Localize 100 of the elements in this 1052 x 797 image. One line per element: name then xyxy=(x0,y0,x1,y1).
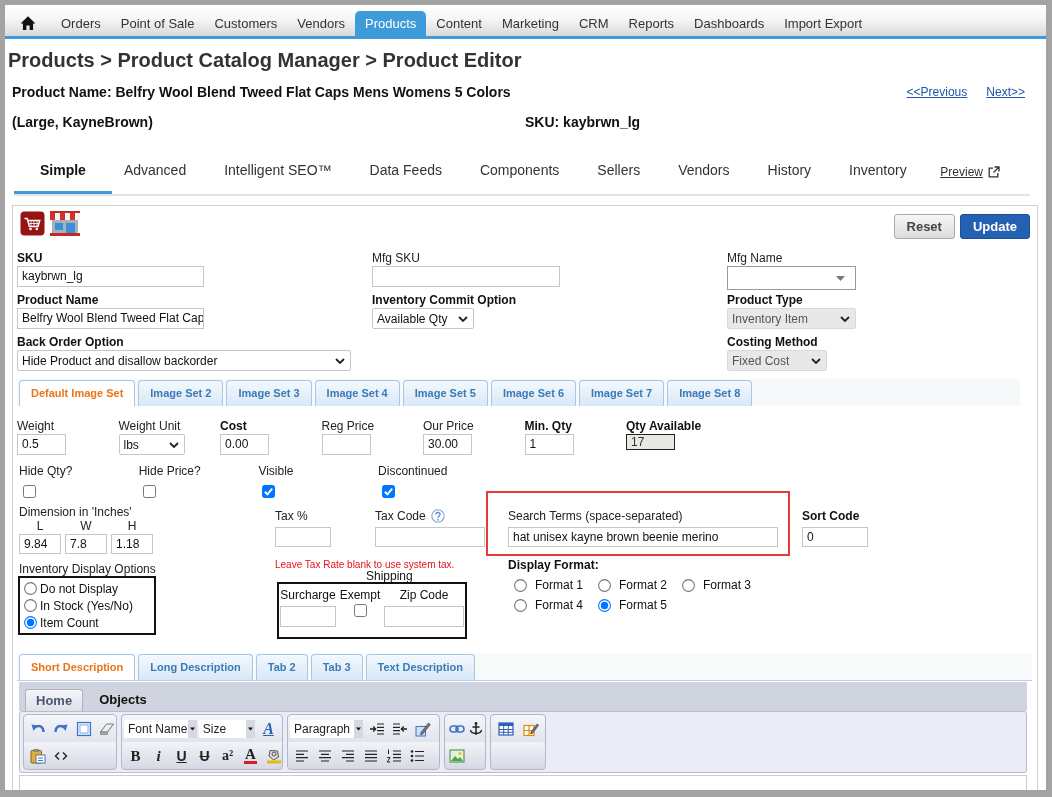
radio-button[interactable] xyxy=(514,578,527,592)
text-field[interactable]: 0.00 xyxy=(220,434,269,455)
align-center-icon[interactable] xyxy=(316,747,333,764)
dropdown[interactable]: Available Qty xyxy=(372,308,474,329)
italic-button[interactable]: i xyxy=(147,744,170,767)
checkbox[interactable] xyxy=(262,485,276,498)
checkbox[interactable] xyxy=(353,604,367,617)
nav-item[interactable]: Import Export xyxy=(774,11,873,36)
tab[interactable]: Simple xyxy=(14,150,112,194)
underline-button[interactable]: U xyxy=(170,744,193,767)
table-icon[interactable] xyxy=(497,720,514,737)
indent-icon[interactable] xyxy=(368,720,385,737)
bold-button[interactable]: B xyxy=(124,744,147,767)
font-name-dropdown[interactable]: Font Name xyxy=(124,719,197,738)
text-field[interactable]: hat unisex kayne brown beenie merino xyxy=(508,527,778,547)
tab[interactable]: Components xyxy=(460,150,579,194)
font-style-button[interactable]: A xyxy=(257,717,280,740)
image-set-tab[interactable]: Image Set 4 xyxy=(314,380,400,406)
justify-icon[interactable] xyxy=(362,747,379,764)
next-link[interactable]: Next>> xyxy=(986,85,1025,99)
text-field[interactable] xyxy=(280,606,336,627)
nav-item[interactable]: CRM xyxy=(568,11,619,36)
font-size-dropdown[interactable]: Size xyxy=(198,719,255,738)
eraser-icon[interactable] xyxy=(98,720,115,737)
image-set-tab[interactable]: Image Set 3 xyxy=(226,380,312,406)
align-right-icon[interactable] xyxy=(339,747,356,764)
image-set-tab[interactable]: Image Set 7 xyxy=(579,380,665,406)
dropdown[interactable]: Hide Product and disallow backorder xyxy=(17,350,351,371)
text-field[interactable] xyxy=(275,527,331,547)
tab[interactable]: Data Feeds xyxy=(350,150,461,194)
nav-item[interactable]: Orders xyxy=(51,11,111,36)
help-icon[interactable] xyxy=(430,509,445,523)
checkbox[interactable] xyxy=(382,485,396,498)
tab[interactable]: Intelligent SEO™ xyxy=(205,150,351,194)
ribbon-tab[interactable]: Home xyxy=(25,689,84,711)
nav-item[interactable]: Dashboards xyxy=(684,11,775,36)
numbered-list-icon[interactable] xyxy=(385,747,402,764)
checkbox[interactable] xyxy=(142,485,156,498)
image-icon[interactable] xyxy=(448,747,465,764)
description-tab[interactable]: Tab 2 xyxy=(255,654,308,680)
tab[interactable]: Sellers xyxy=(578,150,660,194)
preview-link[interactable]: Preview xyxy=(940,150,1000,194)
nav-item[interactable]: Vendors xyxy=(287,11,355,36)
shopping-cart-icon[interactable] xyxy=(20,211,45,236)
text-field[interactable]: Belfry Wool Blend Tweed Flat Cap xyxy=(17,308,204,329)
radio-button[interactable] xyxy=(24,599,37,612)
description-tab[interactable]: Long Description xyxy=(138,654,253,680)
image-set-tab[interactable]: Image Set 8 xyxy=(667,380,753,406)
nav-item[interactable]: Customers xyxy=(204,11,288,36)
radio-button[interactable] xyxy=(598,598,611,612)
text-field[interactable]: 1.18 xyxy=(111,534,153,554)
update-button[interactable]: Update xyxy=(959,214,1030,239)
storefront-icon[interactable] xyxy=(50,211,80,236)
text-field[interactable]: 1 xyxy=(524,434,574,455)
description-tab[interactable]: Text Description xyxy=(365,654,475,680)
text-field[interactable]: 0.5 xyxy=(17,434,66,455)
radio-button[interactable] xyxy=(514,598,527,612)
radio-button[interactable] xyxy=(682,578,695,592)
previous-link[interactable]: <<Previous xyxy=(906,85,968,99)
nav-item[interactable]: Content xyxy=(426,11,492,36)
paste-icon[interactable] xyxy=(29,747,46,764)
home-icon[interactable] xyxy=(20,15,36,31)
nav-item[interactable]: Reports xyxy=(618,11,685,36)
text-field[interactable] xyxy=(372,266,560,287)
superscript-button[interactable]: a² xyxy=(216,744,239,767)
description-tab[interactable]: Tab 3 xyxy=(310,654,363,680)
ribbon-tab[interactable]: Objects xyxy=(83,689,163,711)
text-field[interactable] xyxy=(321,434,371,455)
outdent-icon[interactable] xyxy=(391,720,408,737)
image-set-tab[interactable]: Image Set 5 xyxy=(402,380,488,406)
edit-icon[interactable] xyxy=(414,720,431,737)
text-field[interactable]: 30.00 xyxy=(423,434,472,455)
dropdown[interactable]: lbs xyxy=(118,434,185,455)
checkbox[interactable] xyxy=(23,485,36,498)
text-field[interactable]: 9.84 xyxy=(19,534,61,554)
tab[interactable]: Inventory xyxy=(830,150,926,194)
align-left-icon[interactable] xyxy=(293,747,310,764)
nav-item[interactable]: Marketing xyxy=(491,11,569,36)
strikethrough-button[interactable]: U xyxy=(193,744,216,767)
reset-button[interactable]: Reset xyxy=(893,214,955,239)
text-field[interactable]: 0 xyxy=(802,527,868,547)
image-set-tab[interactable]: Image Set 6 xyxy=(490,380,576,406)
text-field[interactable]: 7.8 xyxy=(65,534,107,554)
radio-button[interactable] xyxy=(24,616,37,629)
highlight-color-icon[interactable] xyxy=(265,747,282,764)
bullet-list-icon[interactable] xyxy=(408,747,425,764)
image-set-tab[interactable]: Image Set 2 xyxy=(138,380,224,406)
select-all-icon[interactable] xyxy=(75,720,92,737)
text-field[interactable]: kaybrwn_lg xyxy=(17,266,204,287)
paragraph-dropdown[interactable]: Paragraph xyxy=(290,719,363,738)
combo-box[interactable] xyxy=(727,266,856,290)
tab[interactable]: History xyxy=(748,150,831,194)
tab[interactable]: Vendors xyxy=(659,150,749,194)
text-field[interactable] xyxy=(375,527,485,547)
radio-button[interactable] xyxy=(598,578,611,592)
font-color-button[interactable]: A xyxy=(244,747,257,764)
nav-item[interactable]: Point of Sale xyxy=(110,11,205,36)
anchor-icon[interactable] xyxy=(467,720,484,737)
text-field[interactable] xyxy=(384,606,464,627)
radio-button[interactable] xyxy=(24,582,37,595)
